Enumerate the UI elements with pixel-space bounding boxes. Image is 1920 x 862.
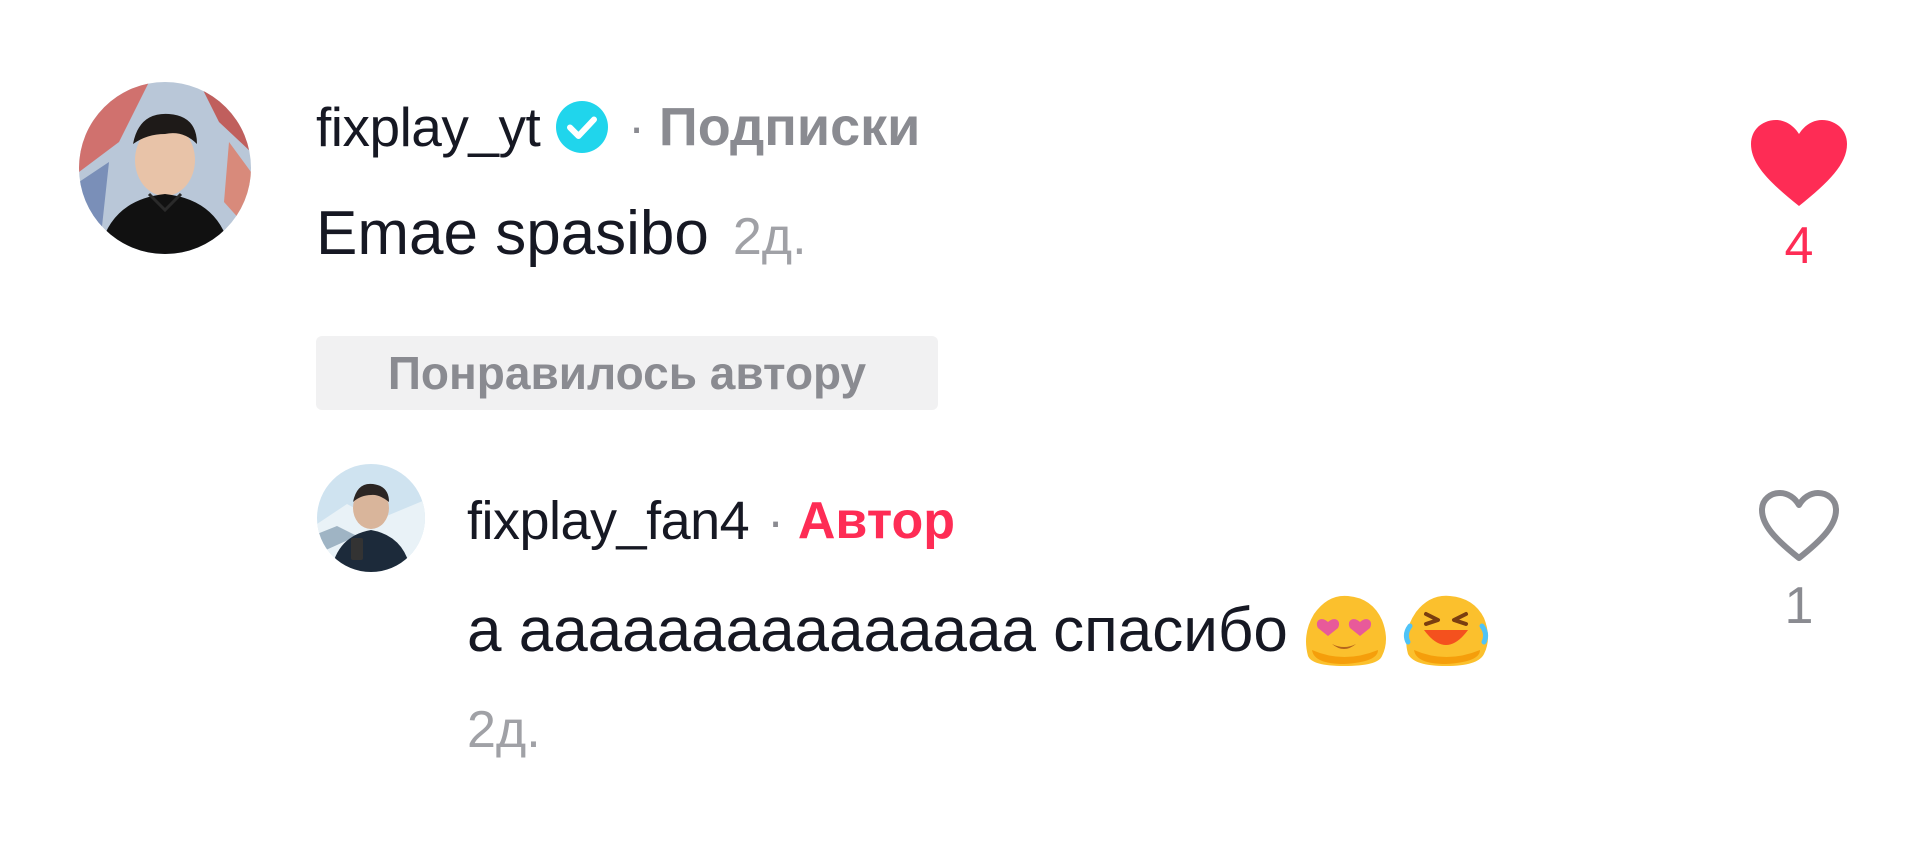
comment-like-button[interactable]: 4 xyxy=(1744,118,1854,276)
heart-eyes-emoji-icon xyxy=(1298,590,1390,670)
reply-text: а ааааааааааааааа спасибо xyxy=(467,595,1288,665)
reply-username[interactable]: fixplay_fan4 xyxy=(467,490,750,552)
verified-badge-icon xyxy=(554,99,610,155)
avatar[interactable] xyxy=(79,82,251,254)
separator-dot: · xyxy=(767,493,784,549)
avatar-image xyxy=(317,464,425,572)
author-badge: Автор xyxy=(797,492,956,550)
reply-timestamp: 2д. xyxy=(467,701,541,759)
comment-body: Emae spasibo 2д. xyxy=(316,198,807,269)
reply-avatar[interactable] xyxy=(317,464,425,572)
reply-like-count: 1 xyxy=(1784,577,1814,635)
separator-dot: · xyxy=(628,99,645,155)
heart-outline-icon xyxy=(1759,490,1839,561)
liked-by-author-badge: Понравилось автору xyxy=(316,336,938,410)
heart-filled-icon xyxy=(1751,120,1847,206)
comment-header: fixplay_yt · Подписки xyxy=(316,92,920,162)
comment-text: Emae spasibo xyxy=(316,199,709,268)
reply-body: а ааааааааааааааа спасибо xyxy=(467,590,1492,670)
comment-like-count: 4 xyxy=(1784,217,1814,275)
reply-like-button[interactable]: 1 xyxy=(1752,488,1846,636)
comment-timestamp: 2д. xyxy=(732,208,807,266)
comments-screen: fixplay_yt · Подписки Emae spasibo 2д. П… xyxy=(0,0,1920,862)
comment-username[interactable]: fixplay_yt xyxy=(316,95,541,159)
avatar-image xyxy=(79,82,251,254)
following-label: Подписки xyxy=(658,97,921,157)
reply-header: fixplay_fan4 · Автор xyxy=(467,488,955,554)
laughing-crying-emoji-icon xyxy=(1400,590,1492,670)
